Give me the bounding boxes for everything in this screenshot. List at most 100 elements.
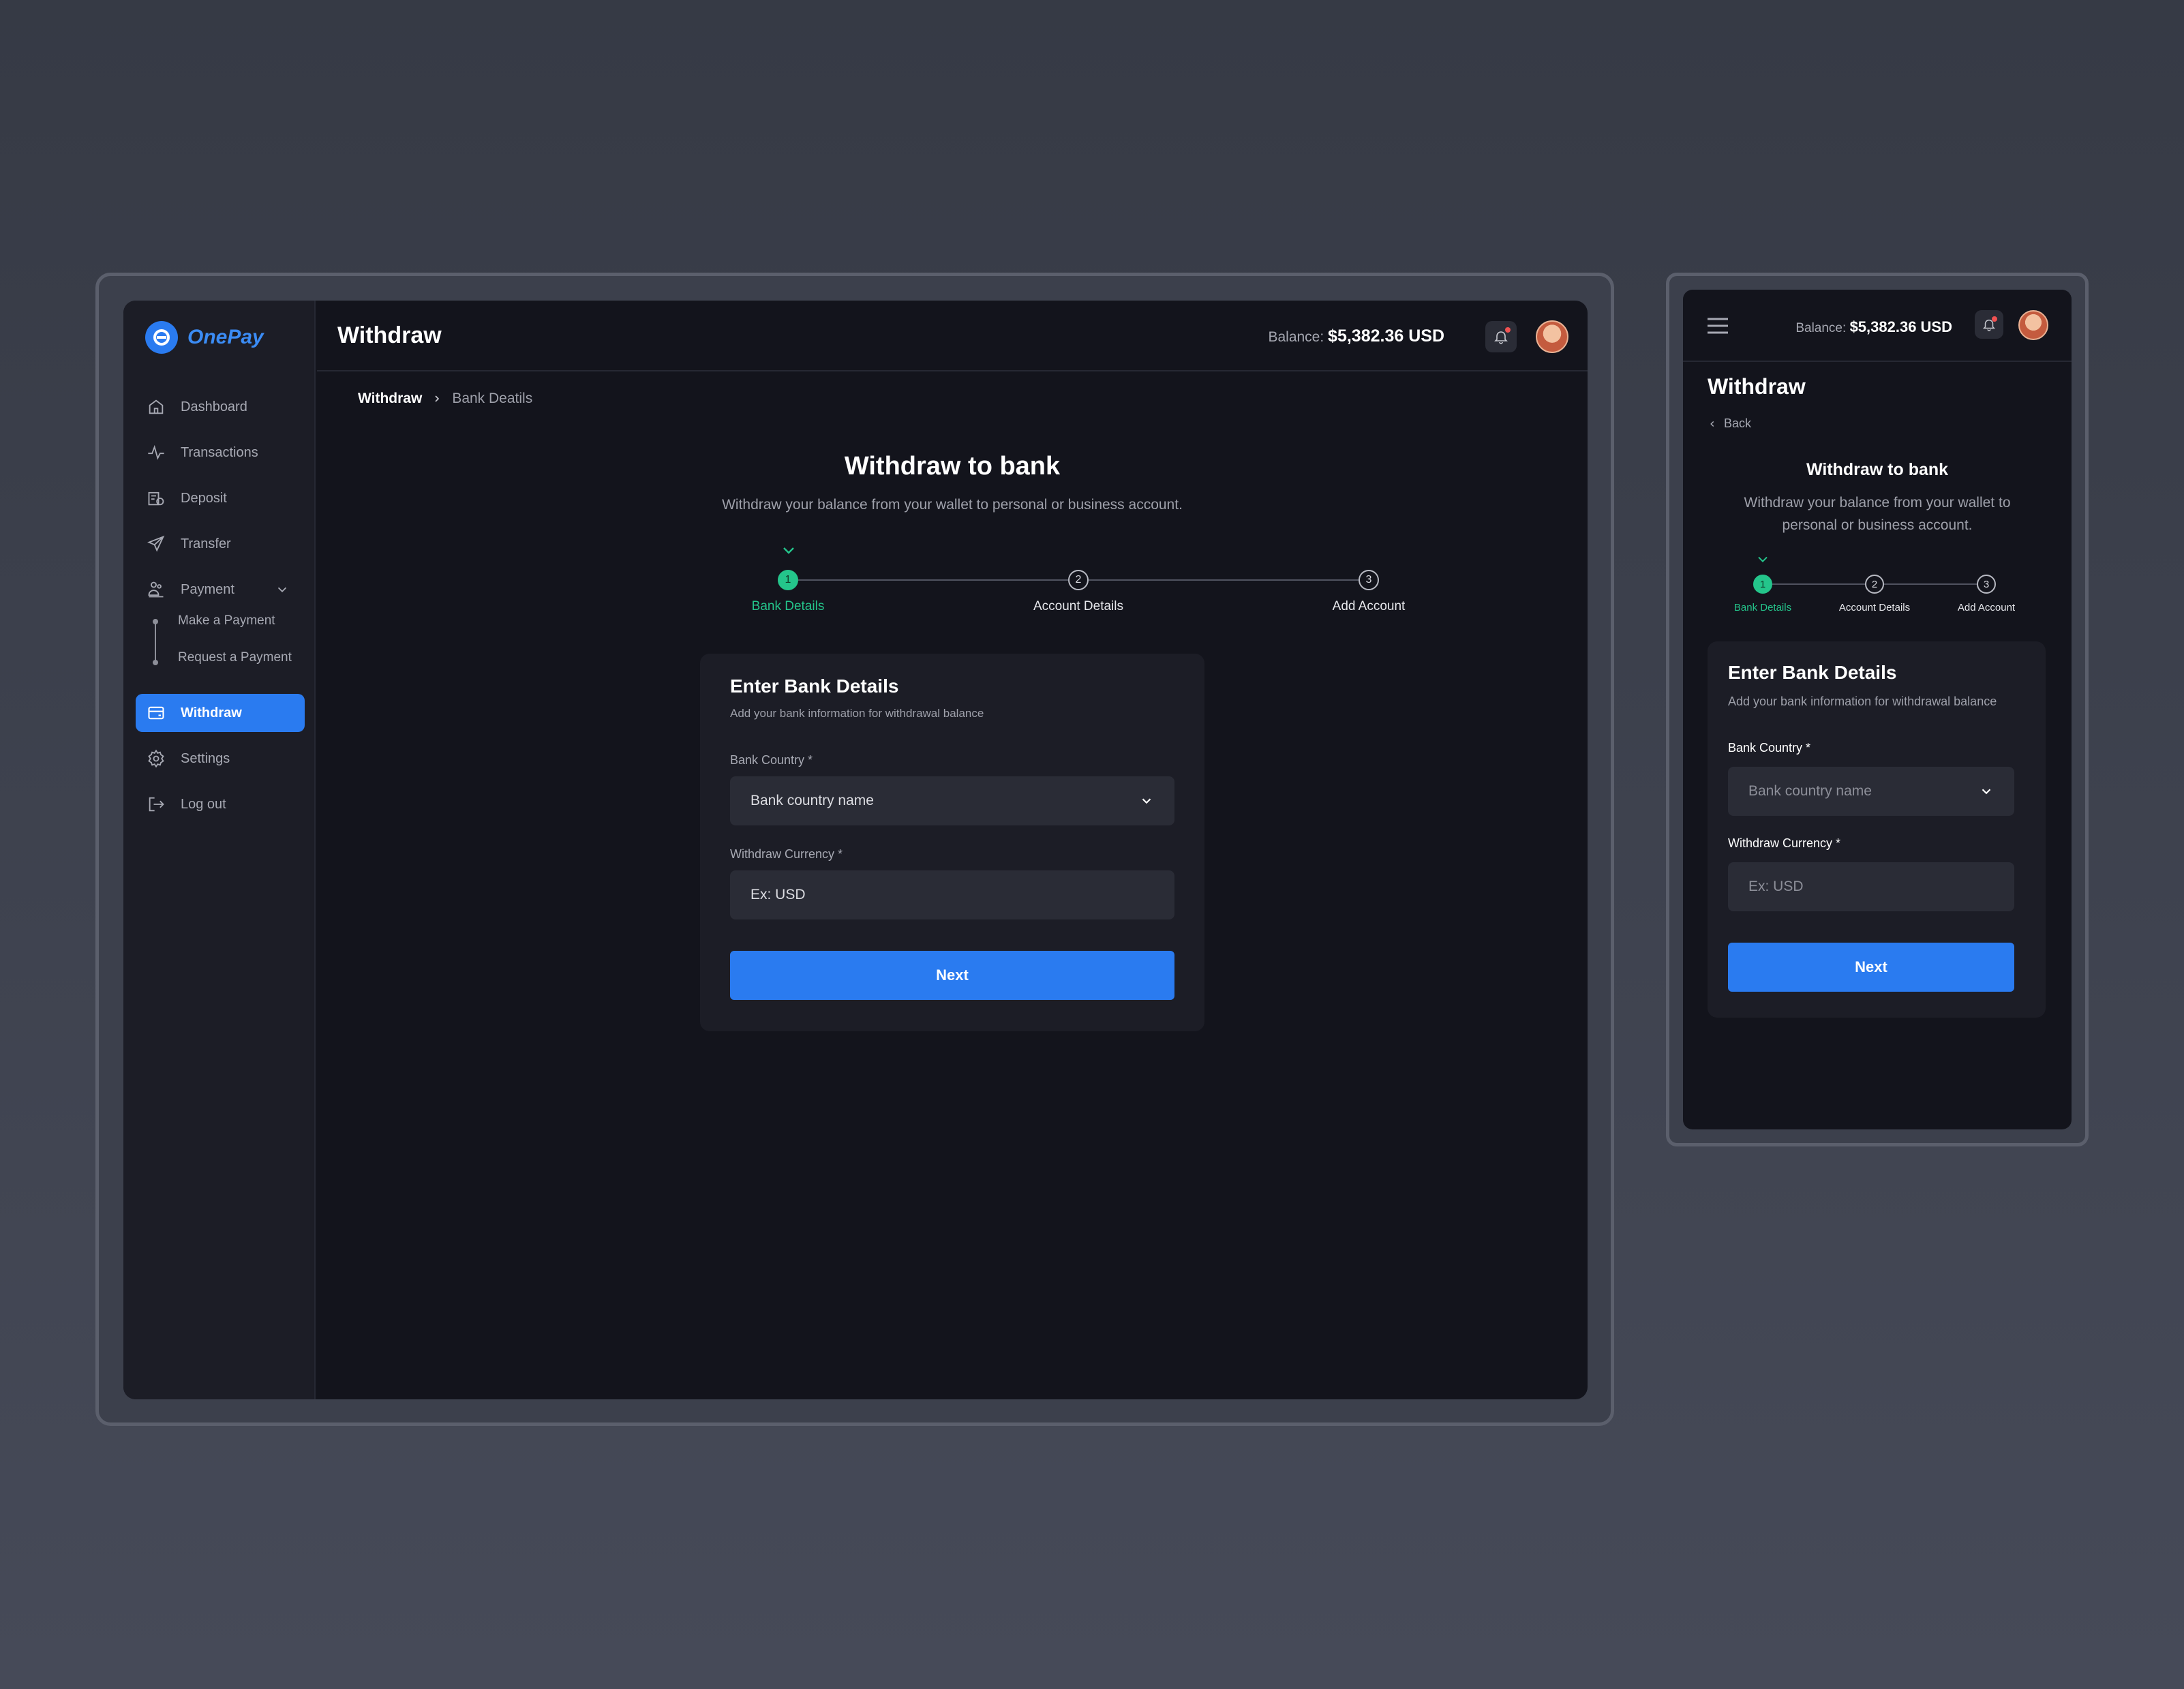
step-1-label: Bank Details: [1733, 602, 1792, 613]
submenu-dot: [153, 619, 158, 624]
step-2-label: Account Details: [1033, 599, 1123, 613]
card-title: Enter Bank Details: [730, 675, 899, 697]
step-3-circle: 3: [1977, 575, 1996, 594]
balance-display: Balance: $5,382.36 USD: [1795, 318, 1952, 336]
sidebar-item-deposit[interactable]: Deposit: [136, 479, 305, 517]
desktop-screen: OnePay Dashboard Transactions Deposit Tr…: [123, 301, 1588, 1399]
submenu-line: [155, 622, 156, 663]
sidebar-subitem-make-payment[interactable]: Make a Payment: [178, 613, 275, 628]
mobile-screen: Balance: $5,382.36 USD Withdraw Back Wit…: [1683, 290, 2072, 1129]
gear-icon: [148, 749, 164, 768]
bank-country-select[interactable]: Bank country name: [730, 776, 1174, 825]
sidebar-item-label: Withdraw: [181, 705, 242, 720]
chevron-left-icon: [1710, 421, 1714, 427]
step-connector: [1089, 579, 1359, 581]
step-3-circle: 3: [1359, 570, 1379, 590]
notification-dot: [1505, 327, 1511, 333]
withdraw-currency-label: Withdraw Currency *: [730, 847, 843, 861]
sidebar-item-payment[interactable]: Payment: [136, 570, 305, 609]
activity-icon: [148, 444, 164, 460]
step-connector: [1884, 583, 1977, 585]
avatar[interactable]: [2018, 310, 2048, 340]
balance-value: $5,382.36 USD: [1849, 318, 1952, 335]
chevron-right-icon: [435, 395, 440, 402]
sidebar-item-label: Payment: [181, 581, 234, 597]
notification-dot: [1992, 316, 1997, 322]
step-3-label: Add Account: [1332, 599, 1406, 613]
payment-submenu: Make a Payment Request a Payment: [136, 612, 305, 684]
card-title: Enter Bank Details: [1728, 662, 1897, 683]
sidebar-item-settings[interactable]: Settings: [136, 740, 305, 778]
submenu-dot: [153, 660, 158, 665]
card-subtitle: Add your bank information for withdrawal…: [1728, 695, 1997, 708]
hamburger-icon[interactable]: [1706, 317, 1729, 335]
sidebar-item-withdraw[interactable]: Withdraw: [136, 694, 305, 732]
step-indicator-chevron-icon: [783, 547, 794, 554]
back-link[interactable]: Back: [1708, 416, 1751, 431]
breadcrumb-bank-details: Bank Deatils: [452, 391, 533, 406]
withdraw-currency-label: Withdraw Currency *: [1728, 836, 1841, 850]
step-1-circle: 1: [1753, 575, 1772, 594]
stepper: 1 2 3 Bank Details Account Details Add A…: [1683, 556, 2072, 624]
sidebar-subitem-request-payment[interactable]: Request a Payment: [178, 650, 292, 665]
bank-country-select[interactable]: Bank country name: [1728, 767, 2014, 816]
sidebar-item-label: Transactions: [181, 444, 258, 460]
currency-placeholder: Ex: USD: [750, 887, 806, 902]
bank-details-card: Enter Bank Details Add your bank informa…: [700, 654, 1204, 1031]
step-2-circle: 2: [1865, 575, 1884, 594]
balance-value: $5,382.36 USD: [1328, 326, 1444, 346]
avatar[interactable]: [1536, 320, 1568, 353]
sidebar-item-transactions[interactable]: Transactions: [136, 433, 305, 472]
sidebar-item-label: Deposit: [181, 490, 227, 506]
onepay-logo-icon: [145, 321, 178, 354]
sidebar-item-logout[interactable]: Log out: [136, 785, 305, 823]
next-button[interactable]: Next: [1728, 943, 2014, 992]
back-label: Back: [1724, 416, 1752, 430]
payment-icon: [148, 581, 164, 598]
deposit-icon: [148, 491, 164, 506]
sidebar-item-label: Log out: [181, 796, 226, 812]
sidebar: OnePay Dashboard Transactions Deposit Tr…: [123, 301, 316, 1399]
bank-country-value: Bank country name: [1748, 783, 1872, 799]
chevron-down-icon: [277, 587, 287, 593]
sidebar-item-label: Transfer: [181, 536, 231, 551]
currency-placeholder: Ex: USD: [1748, 879, 1804, 894]
notification-button[interactable]: [1975, 310, 2003, 339]
page-title: Withdraw: [337, 322, 442, 348]
sidebar-item-label: Dashboard: [181, 399, 247, 414]
topbar: Withdraw Balance: $5,382.36 USD: [317, 301, 1588, 371]
withdraw-currency-input[interactable]: Ex: USD: [730, 870, 1174, 919]
card-subtitle: Add your bank information for withdrawal…: [730, 707, 984, 720]
notification-button[interactable]: [1485, 321, 1517, 352]
sidebar-item-dashboard[interactable]: Dashboard: [136, 388, 305, 426]
subtitle-line-2: personal or business account.: [1782, 517, 1973, 533]
sidebar-nav: Dashboard Transactions Deposit Transfer …: [136, 388, 305, 831]
withdraw-currency-input[interactable]: Ex: USD: [1728, 862, 2014, 911]
subtitle-line-1: Withdraw your balance from your wallet t…: [1744, 495, 2011, 511]
send-icon: [147, 535, 165, 552]
wallet-icon: [148, 706, 164, 720]
desktop-frame: OnePay Dashboard Transactions Deposit Tr…: [95, 273, 1614, 1426]
withdraw-subtitle: Withdraw your balance from your wallet t…: [722, 497, 1183, 513]
withdraw-subtitle: Withdraw your balance from your wallet t…: [1683, 491, 2072, 536]
brand-logo[interactable]: OnePay: [145, 321, 264, 354]
mobile-frame: Balance: $5,382.36 USD Withdraw Back Wit…: [1666, 273, 2089, 1146]
home-icon: [149, 399, 164, 414]
step-connector: [1772, 583, 1865, 585]
stepper: 1 2 3 Bank Details Account Details Add A…: [669, 546, 1405, 614]
bank-country-label: Bank Country *: [730, 753, 813, 767]
sidebar-item-transfer[interactable]: Transfer: [136, 525, 305, 563]
balance-label: Balance:: [1268, 329, 1324, 345]
step-indicator-chevron-icon: [1758, 556, 1768, 563]
mobile-topbar: Balance: $5,382.36 USD: [1683, 290, 2072, 362]
step-1-circle: 1: [778, 570, 798, 590]
logout-icon: [149, 797, 164, 812]
sidebar-item-label: Settings: [181, 750, 230, 766]
brand-name: OnePay: [187, 326, 264, 348]
step-2-circle: 2: [1068, 570, 1089, 590]
page-title: Withdraw: [1708, 374, 1806, 399]
step-connector: [798, 579, 1068, 581]
bank-details-card: Enter Bank Details Add your bank informa…: [1708, 641, 2046, 1018]
next-button[interactable]: Next: [730, 951, 1174, 1000]
breadcrumb-withdraw[interactable]: Withdraw: [358, 391, 422, 407]
